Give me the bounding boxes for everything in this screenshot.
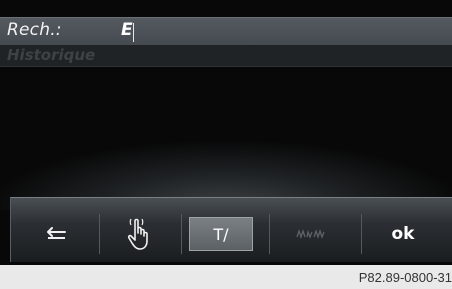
display-screen: Rech.: E Historique T/ ok — [0, 0, 452, 265]
figure-footer: P82.89-0800-31 — [0, 265, 452, 289]
text-cursor — [133, 23, 134, 42]
text-mode-label: T/ — [213, 224, 229, 244]
scribble-icon — [296, 228, 325, 240]
history-label: Historique — [7, 46, 96, 64]
toolbar-divider — [269, 214, 270, 254]
ok-label: ok — [391, 224, 415, 244]
handwriting-button[interactable] — [107, 216, 171, 252]
search-row[interactable]: Rech.: E — [0, 17, 452, 45]
toolbar-divider — [99, 214, 100, 254]
toolbar-divider — [181, 214, 182, 254]
toolbar-divider — [361, 214, 362, 254]
ok-button[interactable]: ok — [371, 216, 435, 252]
text-mode-button[interactable]: T/ — [189, 217, 253, 251]
search-label: Rech.: — [7, 20, 62, 40]
figure-reference: P82.89-0800-31 — [358, 270, 452, 285]
back-button[interactable] — [25, 216, 89, 252]
scribble-button[interactable] — [279, 216, 343, 252]
handwriting-hand-icon — [127, 218, 148, 250]
back-arrow-icon — [47, 227, 66, 239]
input-toolbar: T/ ok — [10, 197, 452, 262]
search-input[interactable]: E — [121, 20, 133, 40]
history-row[interactable]: Historique — [0, 45, 452, 67]
